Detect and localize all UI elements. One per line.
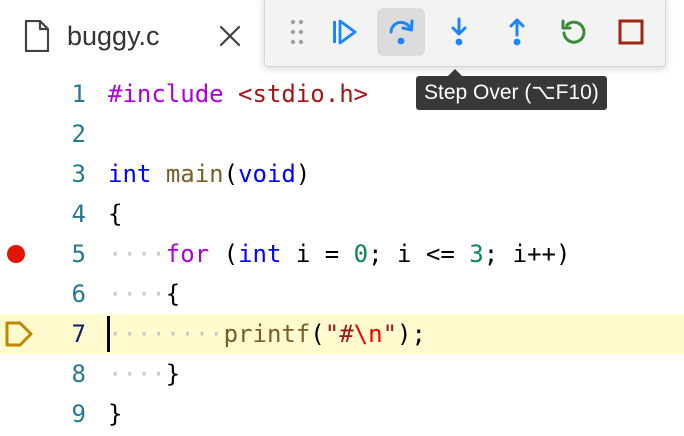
line-code: ········printf("#\n"); — [108, 314, 426, 354]
code-token: ; i++) — [483, 240, 571, 268]
whitespace-marker: ···· — [108, 240, 166, 268]
line-number: 1 — [71, 80, 86, 108]
line-code: ····{ — [108, 274, 180, 314]
code-token: { — [165, 280, 181, 308]
code-line: 4 { — [0, 194, 684, 234]
code-token: printf — [223, 320, 311, 348]
line-number: 2 — [71, 120, 86, 148]
code-token: 0 — [353, 240, 369, 268]
step-over-button[interactable] — [377, 8, 425, 56]
code-line: 5 ····for (int i = 0; i <= 3; i++) — [0, 234, 684, 274]
close-icon[interactable] — [218, 24, 242, 48]
line-code: int main(void) — [108, 154, 310, 194]
code-token: #include — [108, 80, 224, 108]
code-line: 1 #include <stdio.h> — [0, 74, 684, 114]
code-token: \n — [353, 320, 383, 348]
line-code: { — [108, 194, 122, 234]
code-line: 2 — [0, 114, 684, 154]
line-code: ····for (int i = 0; i <= 3; i++) — [108, 234, 570, 274]
code-token: "# — [324, 320, 354, 348]
editor-tab[interactable]: buggy.c — [0, 0, 262, 72]
code-token: void — [238, 160, 296, 188]
line-number: 7 — [71, 320, 86, 348]
tab-title: buggy.c — [67, 21, 160, 51]
code-token: i = — [281, 240, 354, 268]
code-token: ( — [209, 240, 239, 268]
line-number: 4 — [71, 200, 86, 228]
whitespace-marker: ···· — [108, 280, 166, 308]
file-icon — [24, 20, 50, 52]
code-line: 9 } — [0, 394, 684, 434]
current-execution-line: 7 ········printf("#\n"); — [0, 314, 684, 354]
step-over-icon — [389, 19, 414, 45]
code-line: 6 ····{ — [0, 274, 684, 314]
code-token: <stdio.h> — [238, 80, 369, 108]
breakpoint-icon[interactable] — [7, 245, 25, 263]
line-number: 6 — [71, 280, 86, 308]
continue-button[interactable] — [320, 8, 368, 56]
code-token: for — [165, 240, 210, 268]
step-into-button[interactable] — [435, 8, 483, 56]
line-code: } — [108, 394, 122, 434]
code-token: int — [108, 160, 152, 188]
code-token: int — [238, 240, 282, 268]
code-token: } — [165, 360, 181, 388]
line-number: 8 — [71, 360, 86, 388]
line-number: 3 — [71, 160, 86, 188]
code-token: ); — [397, 320, 426, 348]
code-token: ) — [295, 160, 311, 188]
code-line: 8 ····} — [0, 354, 684, 394]
code-token: ( — [310, 320, 325, 348]
code-token: 3 — [469, 240, 484, 268]
code-token: ( — [223, 160, 239, 188]
code-token: } — [108, 400, 123, 428]
code-token: main — [165, 160, 224, 188]
stop-button[interactable] — [607, 8, 655, 56]
line-code: #include <stdio.h> — [108, 74, 368, 114]
stop-icon — [618, 19, 644, 45]
line-number: 5 — [71, 240, 86, 268]
restart-button[interactable] — [550, 8, 598, 56]
restart-icon — [561, 19, 586, 44]
code-line: 3 int main(void) — [0, 154, 684, 194]
debug-toolbar — [264, 0, 666, 67]
line-code: ····} — [108, 354, 180, 394]
code-token: { — [108, 200, 123, 228]
whitespace-marker: ········ — [108, 320, 224, 348]
step-into-icon — [451, 17, 467, 46]
line-number: 9 — [71, 400, 86, 428]
code-editor[interactable]: 1 #include <stdio.h> 2 3 int main(void) … — [0, 74, 684, 436]
whitespace-marker: ···· — [108, 360, 166, 388]
drag-handle-icon[interactable] — [289, 18, 305, 46]
continue-icon — [333, 19, 357, 45]
code-token: " — [382, 320, 398, 348]
execution-pointer-icon — [5, 321, 33, 347]
step-out-icon — [509, 18, 525, 46]
step-out-button[interactable] — [493, 8, 541, 56]
code-token: ; i <= — [368, 240, 470, 268]
